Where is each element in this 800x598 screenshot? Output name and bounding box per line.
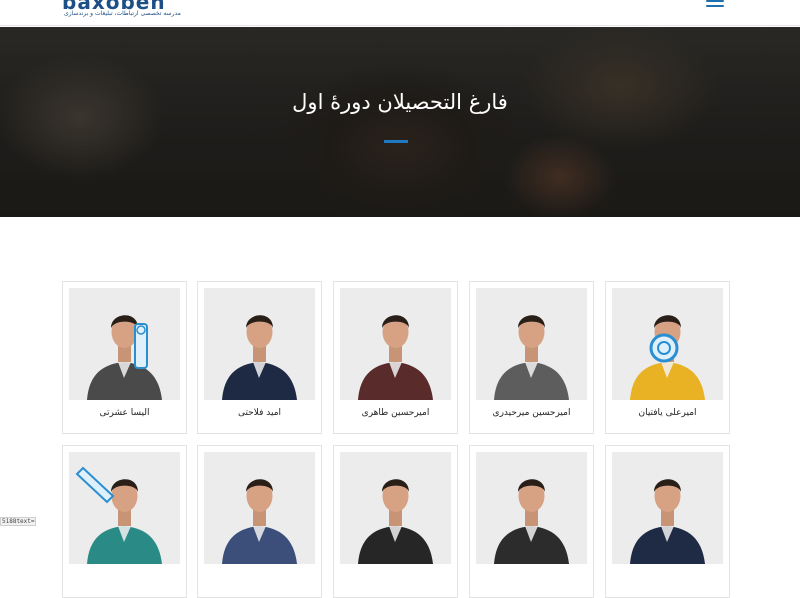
graduate-photo [612,288,723,400]
person-figure [222,315,297,400]
status-bar-url: 5188text= [0,517,36,526]
graduate-card[interactable]: امیرحسین طاهری [333,281,458,434]
graduate-card[interactable] [333,445,458,598]
graduate-photo [340,288,451,400]
person-figure [222,479,297,564]
page-title: فارغ التحصیلان دورهٔ اول [292,90,508,114]
graduate-photo [69,452,180,564]
graduate-card[interactable] [62,445,187,598]
title-underline [384,140,408,143]
graduate-photo [69,288,180,400]
hamburger-menu-icon[interactable] [706,0,724,8]
site-logo[interactable]: baxoben مدرسه تخصصی ارتباطات، تبلیغات و … [62,0,181,24]
person-figure [87,315,162,400]
graduate-photo [204,452,315,564]
hero-overlay [0,27,800,217]
graduate-photo [204,288,315,400]
site-header: baxoben مدرسه تخصصی ارتباطات، تبلیغات و … [0,0,800,26]
person-figure [358,479,433,564]
logo-tagline: مدرسه تخصصی ارتباطات، تبلیغات و برندسازی [64,10,181,17]
hero-banner: فارغ التحصیلان دورهٔ اول [0,27,800,217]
graduate-name[interactable]: امید فلاحتی [198,408,321,418]
graduate-name[interactable]: امیرحسین میرحیدری [470,408,593,418]
graduate-card[interactable]: امیرحسین میرحیدری [469,281,594,434]
graduate-photo [476,288,587,400]
person-figure [630,479,705,564]
graduate-card[interactable] [197,445,322,598]
graduate-card[interactable]: امیرعلی یافتیان [605,281,730,434]
person-figure [494,479,569,564]
graduate-card[interactable]: الیسا عشرتی [62,281,187,434]
graduate-photo [612,452,723,564]
graduate-name[interactable]: امیرحسین طاهری [334,408,457,418]
graduate-photo [340,452,451,564]
graduate-name[interactable]: الیسا عشرتی [63,408,186,418]
person-figure [75,466,162,564]
graduate-card[interactable] [605,445,730,598]
graduate-card[interactable] [469,445,594,598]
person-figure [494,315,569,400]
graduate-card[interactable]: امید فلاحتی [197,281,322,434]
person-figure [630,315,705,400]
graduate-photo [476,452,587,564]
person-figure [358,315,433,400]
graduate-name[interactable]: امیرعلی یافتیان [606,408,729,418]
